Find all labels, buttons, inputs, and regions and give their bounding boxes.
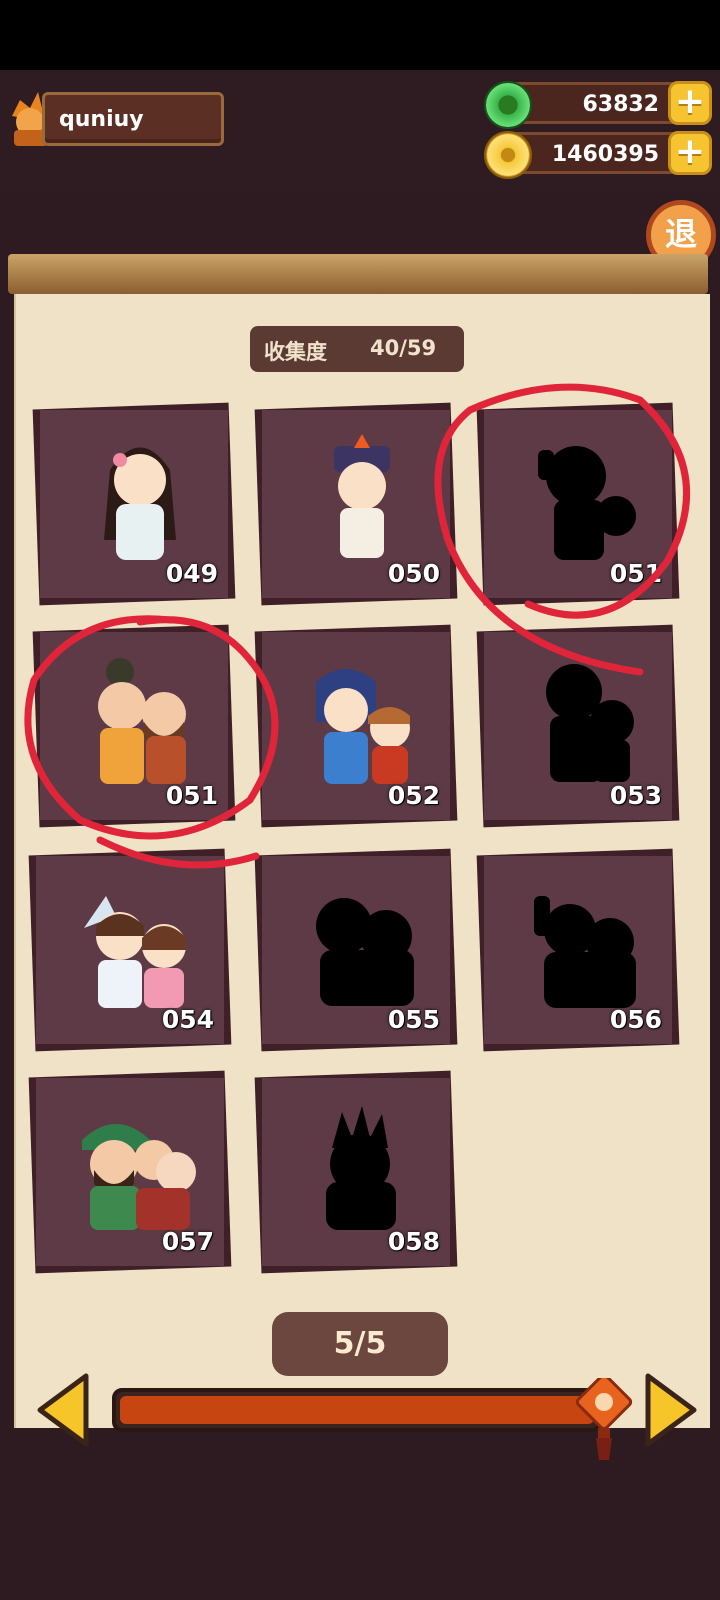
card-number: 055 — [387, 1005, 440, 1034]
next-page-arrow-icon[interactable] — [640, 1372, 700, 1448]
collection-label: 收集度 — [264, 340, 327, 364]
locked-silhouette-icon — [546, 664, 634, 782]
card-number: 056 — [609, 1005, 662, 1034]
character-card[interactable]: 051 — [32, 624, 236, 828]
locked-silhouette-icon — [534, 896, 636, 1008]
page-indicator: 5/5 — [272, 1312, 448, 1376]
card-number: 057 — [161, 1227, 214, 1256]
character-card[interactable]: 057 — [28, 1070, 232, 1274]
locked-silhouette-icon — [316, 898, 414, 1006]
character-card[interactable]: 050 — [254, 402, 458, 606]
character-card-locked[interactable]: 056 — [476, 848, 680, 1052]
card-number: 051 — [165, 781, 218, 810]
coin-amount: 1460395 — [551, 142, 659, 167]
character-portrait-icon — [82, 1124, 196, 1230]
page-slider[interactable] — [112, 1388, 602, 1432]
bottom-area — [0, 1460, 720, 1600]
player-name-plate[interactable]: quniuy — [42, 92, 224, 146]
status-bar — [0, 0, 720, 70]
character-card[interactable]: 052 — [254, 624, 458, 828]
character-card-locked[interactable]: 055 — [254, 848, 458, 1052]
card-number: 053 — [609, 781, 662, 810]
jade-amount: 63832 — [582, 92, 659, 117]
collection-count: 40/59 — [370, 336, 437, 360]
collection-progress: 收集度 40/59 — [250, 326, 464, 372]
prev-page-arrow-icon[interactable] — [34, 1372, 94, 1448]
character-card-locked[interactable]: 051 — [476, 402, 680, 606]
add-jade-button[interactable]: + — [668, 81, 712, 125]
card-number: 049 — [165, 559, 218, 588]
character-card[interactable]: 049 — [32, 402, 236, 606]
locked-silhouette-icon — [538, 446, 636, 560]
character-card[interactable]: 054 — [28, 848, 232, 1052]
page-slider-fill — [120, 1396, 594, 1424]
character-portrait-icon — [84, 896, 186, 1008]
card-number: 050 — [387, 559, 440, 588]
scroll-rod — [8, 254, 708, 294]
character-card-locked[interactable]: 058 — [254, 1070, 458, 1274]
character-portrait-icon — [334, 434, 390, 558]
jade-icon — [484, 81, 532, 129]
coin-icon — [484, 131, 532, 179]
character-portrait-icon — [104, 447, 176, 560]
add-coins-button[interactable]: + — [668, 131, 712, 175]
card-number: 058 — [387, 1227, 440, 1256]
player-name: quniuy — [59, 107, 144, 132]
character-portrait-icon — [316, 669, 410, 784]
card-number: 051 — [609, 559, 662, 588]
card-number: 052 — [387, 781, 440, 810]
card-number: 054 — [161, 1005, 214, 1034]
character-card-locked[interactable]: 053 — [476, 624, 680, 828]
locked-silhouette-icon — [326, 1106, 396, 1230]
character-portrait-icon — [98, 658, 186, 784]
